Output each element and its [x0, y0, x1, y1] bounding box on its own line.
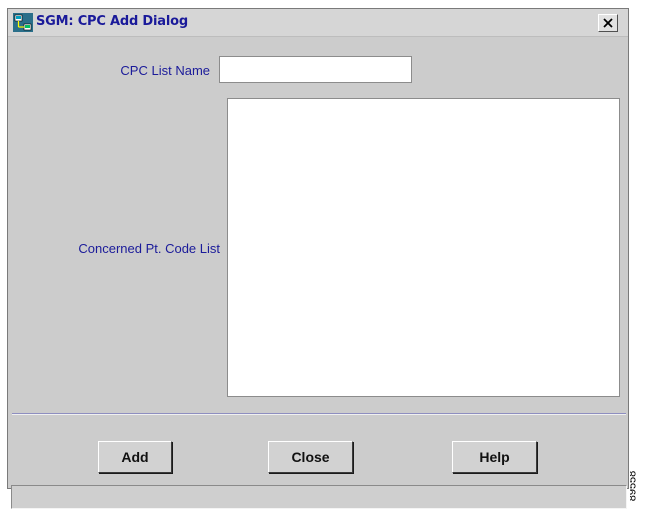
- figure-id: 89558: [630, 466, 644, 510]
- window-title: SGM: CPC Add Dialog: [36, 14, 188, 29]
- status-bar: [11, 485, 627, 509]
- cpc-list-name-label: CPC List Name: [120, 63, 210, 78]
- add-button[interactable]: Add: [98, 441, 172, 473]
- help-button[interactable]: Help: [452, 441, 537, 473]
- concerned-pt-code-list-textarea[interactable]: [227, 98, 620, 397]
- close-icon: [603, 18, 613, 28]
- concerned-pt-code-list-label: Concerned Pt. Code List: [78, 241, 220, 256]
- close-button[interactable]: Close: [268, 441, 353, 473]
- title-bar[interactable]: SGM: CPC Add Dialog: [8, 9, 628, 37]
- figure-id-text: 89558: [630, 470, 639, 502]
- cpc-list-name-input[interactable]: [219, 56, 412, 83]
- divider: [12, 413, 626, 415]
- window-close-button[interactable]: [598, 14, 618, 32]
- network-app-icon: [13, 13, 33, 32]
- cpc-add-dialog: SGM: CPC Add Dialog CPC List Name Concer…: [7, 8, 629, 509]
